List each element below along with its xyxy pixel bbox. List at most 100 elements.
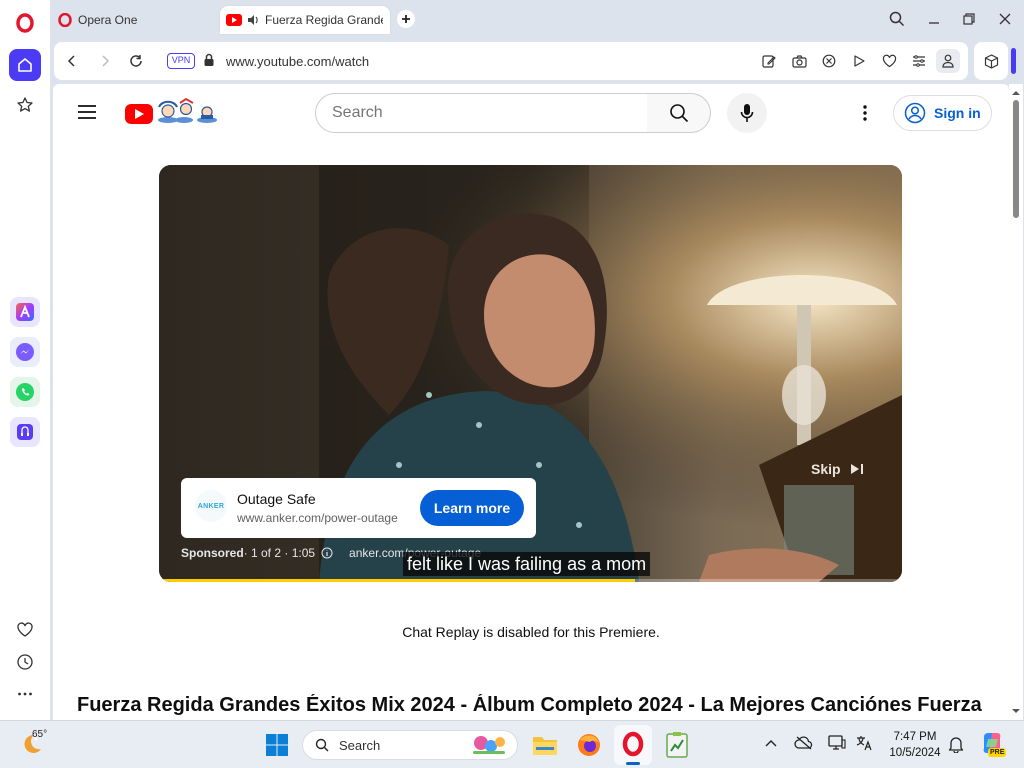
taskbar-firefox[interactable] bbox=[576, 732, 602, 758]
microphone-icon bbox=[740, 104, 754, 122]
notifications-button[interactable] bbox=[948, 735, 964, 753]
start-button[interactable] bbox=[265, 733, 289, 757]
language-icon bbox=[856, 736, 872, 751]
sign-in-button[interactable]: Sign in bbox=[893, 95, 992, 131]
taskbar-opera[interactable] bbox=[614, 725, 652, 765]
restore-button[interactable] bbox=[958, 9, 980, 29]
snapshot-edit-button[interactable] bbox=[759, 52, 779, 70]
copilot-button[interactable]: PRE bbox=[980, 731, 1007, 759]
taskbar-task-manager[interactable] bbox=[664, 731, 690, 759]
clock-date: 10/5/2024 bbox=[889, 747, 941, 759]
tab-label: Opera One bbox=[78, 13, 138, 27]
video-player[interactable]: Skip ANKER Outage Safe www.anker.com/pow… bbox=[159, 165, 902, 582]
tray-language-icon[interactable] bbox=[855, 735, 873, 751]
bookmark-button[interactable] bbox=[879, 52, 899, 70]
yt-search-button[interactable] bbox=[647, 93, 711, 133]
search-placeholder: Search bbox=[332, 104, 383, 121]
scrollbar-thumb[interactable] bbox=[1013, 100, 1019, 218]
sidebar-speed-dial-button[interactable] bbox=[9, 89, 41, 121]
tab-label: Fuerza Regida Grande bbox=[265, 13, 383, 27]
back-button[interactable] bbox=[62, 51, 82, 71]
hamburger-icon bbox=[78, 105, 96, 119]
tray-display-icon[interactable] bbox=[828, 735, 846, 751]
system-clock[interactable]: 7:47 PM 10/5/2024 bbox=[880, 729, 950, 761]
adblock-button[interactable] bbox=[819, 52, 839, 70]
tray-cloud-icon[interactable] bbox=[794, 735, 814, 751]
home-icon bbox=[18, 58, 32, 72]
vpn-badge[interactable]: VPN bbox=[167, 53, 195, 69]
sponsored-label: Sponsored bbox=[181, 546, 244, 560]
bell-icon bbox=[948, 737, 964, 753]
profile-button[interactable] bbox=[936, 49, 960, 73]
close-button[interactable] bbox=[994, 9, 1016, 29]
url-field[interactable]: www.youtube.com/watch bbox=[226, 54, 369, 69]
opera-sidebar bbox=[0, 0, 50, 720]
easy-setup-button[interactable] bbox=[909, 52, 929, 70]
ad-url: www.anker.com/power-outage bbox=[237, 511, 398, 525]
tab-youtube[interactable]: Fuerza Regida Grande bbox=[220, 6, 390, 34]
ad-progress-track[interactable] bbox=[159, 579, 902, 582]
web-page: Search Sign in Skip ANKER Outage Safe ww… bbox=[53, 84, 1009, 720]
sidebar-history-button[interactable] bbox=[9, 646, 41, 678]
search-icon bbox=[669, 104, 688, 123]
yt-menu-button[interactable] bbox=[77, 101, 97, 123]
ad-card[interactable]: ANKER Outage Safe www.anker.com/power-ou… bbox=[181, 478, 536, 538]
whatsapp-icon bbox=[16, 383, 34, 401]
account-icon bbox=[904, 102, 926, 124]
sidebar-more-button[interactable] bbox=[9, 678, 41, 710]
chevron-up-icon bbox=[765, 740, 777, 747]
forward-button[interactable] bbox=[95, 51, 115, 71]
page-scrollbar[interactable] bbox=[1009, 84, 1023, 720]
heart-icon bbox=[882, 54, 896, 68]
video-title: Fuerza Regida Grandes Éxitos Mix 2024 - … bbox=[77, 694, 982, 716]
windows-logo-icon bbox=[266, 734, 288, 756]
clock-icon bbox=[17, 654, 33, 670]
lock-icon[interactable] bbox=[203, 53, 215, 67]
music-player-icon bbox=[17, 424, 33, 440]
youtube-favicon-icon bbox=[226, 14, 242, 26]
tab-search-button[interactable] bbox=[886, 9, 908, 29]
minimize-button[interactable] bbox=[923, 9, 945, 29]
reload-button[interactable] bbox=[126, 51, 146, 71]
tab-opera-one[interactable]: Opera One bbox=[52, 6, 212, 34]
yt-search-input[interactable]: Search bbox=[315, 93, 648, 133]
sidebar-favorites-button[interactable] bbox=[9, 614, 41, 646]
player-button[interactable] bbox=[849, 52, 869, 70]
extensions-button[interactable] bbox=[974, 42, 1008, 80]
anker-logo-text: ANKER bbox=[197, 502, 225, 510]
opera-logo-icon bbox=[58, 13, 72, 27]
camera-icon bbox=[791, 54, 807, 68]
opera-logo-icon bbox=[16, 13, 34, 33]
sidebar-messenger-button[interactable] bbox=[10, 337, 40, 367]
taskbar-file-explorer[interactable] bbox=[532, 733, 558, 757]
opera-menu-button[interactable] bbox=[15, 13, 35, 33]
info-icon[interactable] bbox=[321, 547, 333, 559]
firefox-icon bbox=[578, 734, 600, 756]
sidebar-player-button[interactable] bbox=[10, 417, 40, 447]
active-app-indicator bbox=[626, 762, 640, 765]
yt-settings-button[interactable] bbox=[853, 101, 877, 125]
back-arrow-icon bbox=[67, 55, 75, 67]
learn-more-button[interactable]: Learn more bbox=[420, 490, 524, 526]
close-icon bbox=[999, 13, 1011, 25]
yt-logo[interactable] bbox=[124, 97, 219, 127]
sidebar-toggle-indicator[interactable] bbox=[1011, 48, 1016, 74]
scroll-up-icon[interactable] bbox=[1009, 88, 1023, 98]
scroll-down-icon[interactable] bbox=[1009, 706, 1023, 716]
taskbar-search[interactable]: Search bbox=[302, 730, 518, 760]
snapshot-button[interactable] bbox=[789, 52, 809, 70]
folder-icon bbox=[533, 737, 557, 755]
sidebar-aria-button[interactable] bbox=[10, 297, 40, 327]
sidebar-home-button[interactable] bbox=[9, 49, 41, 81]
speaker-icon[interactable] bbox=[246, 13, 260, 27]
chart-notepad-icon bbox=[666, 732, 688, 758]
aria-icon bbox=[16, 303, 34, 321]
skip-label: Skip bbox=[811, 461, 841, 477]
skip-ad-button[interactable]: Skip bbox=[811, 461, 865, 477]
voice-search-button[interactable] bbox=[727, 93, 767, 133]
cube-icon bbox=[984, 53, 998, 69]
ad-progress-fill bbox=[159, 579, 635, 582]
show-hidden-icons-button[interactable] bbox=[764, 737, 778, 749]
new-tab-button[interactable] bbox=[397, 10, 415, 28]
sidebar-whatsapp-button[interactable] bbox=[10, 377, 40, 407]
